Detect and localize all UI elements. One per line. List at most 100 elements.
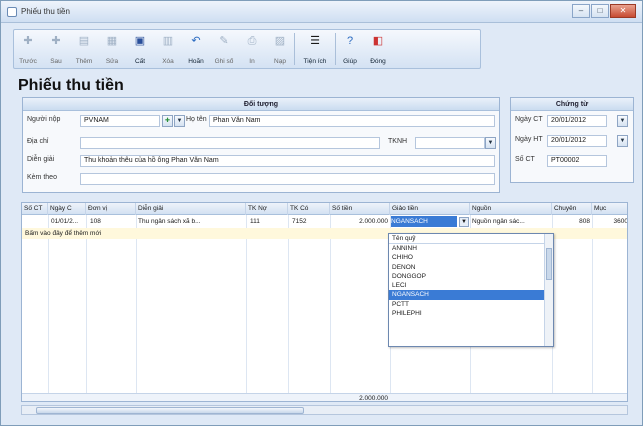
toolbar-close-button[interactable]: ◧ Đóng (364, 30, 392, 68)
tknh-field[interactable] (415, 137, 485, 149)
cell-muc[interactable]: 3600 (594, 216, 627, 227)
dropdown-item[interactable]: PCTT (389, 300, 553, 309)
ngay-ht-field[interactable]: 20/01/2012 (547, 135, 607, 147)
arrow-left-icon: ✚ (23, 35, 33, 47)
grid-header: Số CT Ngày C Đơn vị Diễn giải TK Nợ TK C… (22, 203, 627, 215)
reload-icon: ▨ (274, 35, 286, 47)
toolbar-next-button[interactable]: ✚ Sau (42, 30, 70, 68)
cell-dien-giai[interactable]: Thu ngân sách xã b... (138, 216, 244, 227)
col-dien-giai[interactable]: Diễn giải (136, 203, 246, 215)
col-tk-co[interactable]: TK Có (288, 203, 330, 215)
grid-line (330, 215, 331, 395)
chungtu-heading: Chứng từ (511, 98, 633, 111)
col-ngay[interactable]: Ngày C (48, 203, 86, 215)
cell-tk-co[interactable]: 7152 (292, 216, 328, 227)
dropdown-item[interactable]: LECI (389, 281, 553, 290)
dien-giai-label: Diễn giải (27, 156, 55, 163)
kem-theo-field[interactable] (80, 173, 495, 185)
nguoi-nop-field[interactable]: PVNAM (80, 115, 160, 127)
grid-line (48, 215, 49, 395)
col-chuyen[interactable]: Chuyên (552, 203, 592, 215)
nguoi-nop-label: Người nộp (27, 116, 61, 123)
grid-line (246, 215, 247, 395)
col-don-vi[interactable]: Đơn vị (86, 203, 136, 215)
toolbar-undo-button[interactable]: ↶ Hoãn (182, 30, 210, 68)
edit-icon: ▦ (106, 35, 118, 47)
dropdown-scroll-thumb[interactable] (546, 248, 552, 280)
window-title: Phiếu thu tiền (21, 7, 70, 16)
post-icon: ✎ (219, 35, 229, 47)
undo-icon: ↶ (191, 35, 201, 47)
delete-icon: ▥ (162, 35, 174, 47)
minimize-button[interactable]: – (572, 4, 590, 18)
cell-so-tien[interactable]: 2.000.000 (342, 216, 388, 227)
dropdown-item[interactable]: PHILEPHI (389, 309, 553, 318)
doituong-heading: Đối tượng (23, 98, 499, 111)
ngay-ct-calendar-button[interactable]: ▼ (617, 115, 628, 127)
scrollbar-thumb[interactable] (36, 407, 304, 414)
grid-line (592, 215, 593, 395)
toolbar-prev-button[interactable]: ✚ Trước (14, 30, 42, 68)
dropdown-item[interactable]: DONGGOP (389, 272, 553, 281)
so-ct-label: Số CT (515, 156, 535, 163)
arrow-right-icon: ✚ (51, 35, 61, 47)
add-icon: ▤ (78, 35, 90, 47)
toolbar-edit-button[interactable]: ▦ Sửa (98, 30, 126, 68)
tknh-dropdown[interactable]: ▼ (485, 137, 496, 149)
col-so-ct[interactable]: Số CT (22, 203, 48, 215)
title-bar: Phiếu thu tiền – □ ✕ (1, 1, 642, 23)
col-tk-no[interactable]: TK Nợ (246, 203, 288, 215)
toolbar-post-button[interactable]: ✎ Ghi sổ (210, 30, 238, 68)
cell-chuyen[interactable]: 808 (554, 216, 590, 227)
cell-nguon[interactable]: Nguồn ngân sác... (472, 216, 550, 227)
col-nguon[interactable]: Nguồn (470, 203, 552, 215)
col-giao-tien[interactable]: Giảo tiền (390, 203, 470, 215)
cell-ngay[interactable]: 01/01/2... (51, 216, 86, 227)
close-icon: ◧ (372, 35, 384, 47)
chungtu-panel: Chứng từ Ngày CT 20/01/2012 ▼ Ngày HT 20… (510, 97, 634, 183)
add-new-row-label: Bấm vào đây để thêm mới (25, 230, 102, 237)
cell-tk-no[interactable]: 111 (250, 216, 286, 227)
toolbar-save-button[interactable]: ▣ Cất (126, 30, 154, 68)
col-muc[interactable]: Mục (592, 203, 627, 215)
dropdown-item-selected[interactable]: NGANSACH (389, 290, 553, 300)
dien-giai-field[interactable]: Thu khoản thêu của hồ ông Phan Văn Nam (80, 155, 495, 167)
ngay-ht-label: Ngày HT (515, 136, 543, 143)
grid-total-row: 2.000.000 (22, 393, 627, 402)
toolbar-print-button[interactable]: ⎙ In (238, 30, 266, 68)
toolbar-reload-button[interactable]: ▨ Nạp (266, 30, 294, 68)
app-icon (7, 7, 17, 17)
ho-ten-field[interactable]: Phan Văn Nam (209, 115, 495, 127)
toolbar-delete-button[interactable]: ▥ Xóa (154, 30, 182, 68)
so-ct-field[interactable]: PT00002 (547, 155, 607, 167)
cell-giao-tien-editor[interactable]: NGANSACH (391, 216, 457, 227)
horizontal-scrollbar[interactable] (21, 405, 628, 415)
table-row[interactable]: 01/01/2... 108 Thu ngân sách xã b... 111… (22, 216, 627, 227)
toolbar-help-button[interactable]: ? Giúp (336, 30, 364, 68)
save-icon: ▣ (134, 35, 146, 47)
dropdown-scrollbar[interactable] (544, 234, 553, 346)
total-so-tien: 2.000.000 (359, 395, 388, 402)
dia-chi-label: Địa chỉ (27, 138, 49, 145)
ho-ten-label: Họ tên (186, 116, 207, 123)
tknh-label: TKNH (388, 138, 408, 145)
giao-tien-dropdown-button[interactable]: ▼ (459, 217, 469, 227)
col-so-tien[interactable]: Số tiền (330, 203, 390, 215)
window-close-button[interactable]: ✕ (610, 4, 636, 18)
ngay-ht-calendar-button[interactable]: ▼ (617, 135, 628, 147)
dropdown-item[interactable]: ANNINH (389, 244, 553, 253)
print-icon: ⎙ (247, 35, 257, 47)
add-contact-button[interactable]: ✚ (162, 115, 173, 127)
dia-chi-field[interactable] (80, 137, 380, 149)
giao-tien-dropdown-list[interactable]: Tên quỹ ANNINH CHIHO DENON DONGGOP LECI … (388, 233, 554, 347)
window-controls: – □ ✕ (572, 4, 636, 19)
dropdown-item[interactable]: CHIHO (389, 253, 553, 262)
toolbar-add-button[interactable]: ▤ Thêm (70, 30, 98, 68)
cell-don-vi[interactable]: 108 (90, 216, 135, 227)
nguoi-nop-dropdown[interactable]: ▼ (174, 115, 185, 127)
dropdown-item[interactable]: DENON (389, 263, 553, 272)
ngay-ct-field[interactable]: 20/01/2012 (547, 115, 607, 127)
doituong-panel: Đối tượng Người nộp PVNAM ✚ ▼ Họ tên Pha… (22, 97, 500, 193)
toolbar-utility-button[interactable]: ☰ Tiện ích (295, 30, 335, 68)
maximize-button[interactable]: □ (591, 4, 609, 18)
